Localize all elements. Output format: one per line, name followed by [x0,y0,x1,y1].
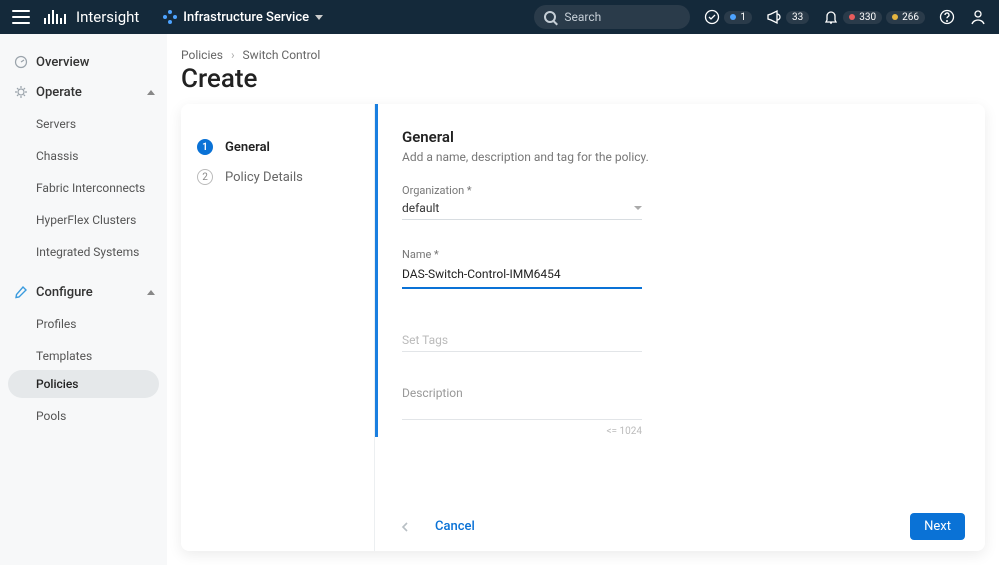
page-header: Policies › Switch Control Create [167,34,999,104]
crumb-switch-control: Switch Control [243,48,321,62]
sidebar-item-integrated-systems[interactable]: Integrated Systems [0,238,167,266]
page-title: Create [181,64,999,94]
configure-icon [14,285,28,299]
sidebar: Overview Operate Servers Chassis Fabric … [0,34,167,565]
overview-icon [14,55,28,69]
organization-field[interactable]: Organization * default [402,184,642,220]
sidebar-item-profiles[interactable]: Profiles [0,310,167,338]
next-button[interactable]: Next [910,513,965,540]
step-policy-details[interactable]: 2 Policy Details [197,162,374,192]
check-circle-icon [704,9,720,25]
brand: Intersight [44,8,139,26]
bell-icon [823,9,839,25]
menu-toggle-icon[interactable] [12,10,30,24]
sidebar-item-hyperflex-clusters[interactable]: HyperFlex Clusters [0,206,167,234]
service-switcher[interactable]: Infrastructure Service [163,10,323,25]
chevron-up-icon [147,90,155,95]
warning-count: 266 [886,11,925,24]
user-icon [969,8,987,26]
tasks-count: 1 [724,11,752,24]
back-button[interactable] [395,517,415,537]
organization-label: Organization * [402,184,642,197]
overview-label: Overview [36,55,89,70]
chevron-right-icon: › [231,48,235,62]
form-heading: General [402,128,985,146]
wizard-steps: 1 General 2 Policy Details [181,104,374,551]
organization-value: default [402,201,439,215]
chevron-down-icon [315,15,323,20]
service-icon [163,10,177,24]
operate-icon [14,85,28,99]
help-icon [939,9,955,25]
announcements-count: 33 [786,11,809,24]
description-input[interactable] [402,400,642,420]
crumb-policies[interactable]: Policies [181,48,223,62]
service-label: Infrastructure Service [183,10,309,25]
description-label: Description [402,386,642,400]
form-area: General Add a name, description and tag … [374,104,985,551]
help-button[interactable] [939,9,955,25]
sidebar-section-configure[interactable]: Configure [0,278,167,306]
alerts-button[interactable]: 330 266 [823,9,925,25]
chevron-up-icon [147,290,155,295]
operate-label: Operate [36,85,82,100]
user-menu[interactable] [969,8,987,26]
cisco-logo-icon [44,10,68,24]
description-field[interactable]: Description [402,386,642,424]
step-general[interactable]: 1 General [197,132,374,162]
search-placeholder: Search [564,10,601,24]
brand-name: Intersight [76,8,139,26]
tasks-button[interactable]: 1 [704,9,752,25]
topbar-actions: 1 33 330 266 [704,8,987,26]
top-bar: Intersight Infrastructure Service Search… [0,0,999,34]
megaphone-icon [766,9,782,25]
critical-count: 330 [843,11,882,24]
sidebar-item-chassis[interactable]: Chassis [0,142,167,170]
step-label: General [225,140,270,155]
step-label: Policy Details [225,170,303,185]
form-subtitle: Add a name, description and tag for the … [402,150,985,164]
sidebar-item-servers[interactable]: Servers [0,110,167,138]
name-label: Name * [402,248,642,261]
tags-placeholder: Set Tags [402,333,448,347]
wizard-card: 1 General 2 Policy Details General Add a… [181,104,985,551]
tags-field[interactable]: Set Tags [402,329,642,352]
cancel-button[interactable]: Cancel [435,519,475,534]
sidebar-section-operate[interactable]: Operate [0,78,167,106]
sidebar-item-fabric-interconnects[interactable]: Fabric Interconnects [0,174,167,202]
description-limit: <= 1024 [402,426,642,437]
sidebar-item-pools[interactable]: Pools [0,402,167,430]
search-icon [544,11,556,23]
sidebar-item-policies[interactable]: Policies [8,370,159,398]
sidebar-item-templates[interactable]: Templates [0,342,167,370]
chevron-down-icon [634,206,642,210]
step-number: 1 [197,139,213,155]
step-number: 2 [197,169,213,185]
name-field[interactable]: Name * [402,248,642,289]
name-input[interactable] [402,265,642,283]
global-search[interactable]: Search [534,5,690,29]
sidebar-item-overview[interactable]: Overview [0,48,167,76]
main-content: Policies › Switch Control Create 1 Gener… [167,34,999,565]
configure-label: Configure [36,285,93,300]
breadcrumb: Policies › Switch Control [181,48,999,62]
announcements-button[interactable]: 33 [766,9,809,25]
wizard-footer: Cancel Next [375,501,985,551]
